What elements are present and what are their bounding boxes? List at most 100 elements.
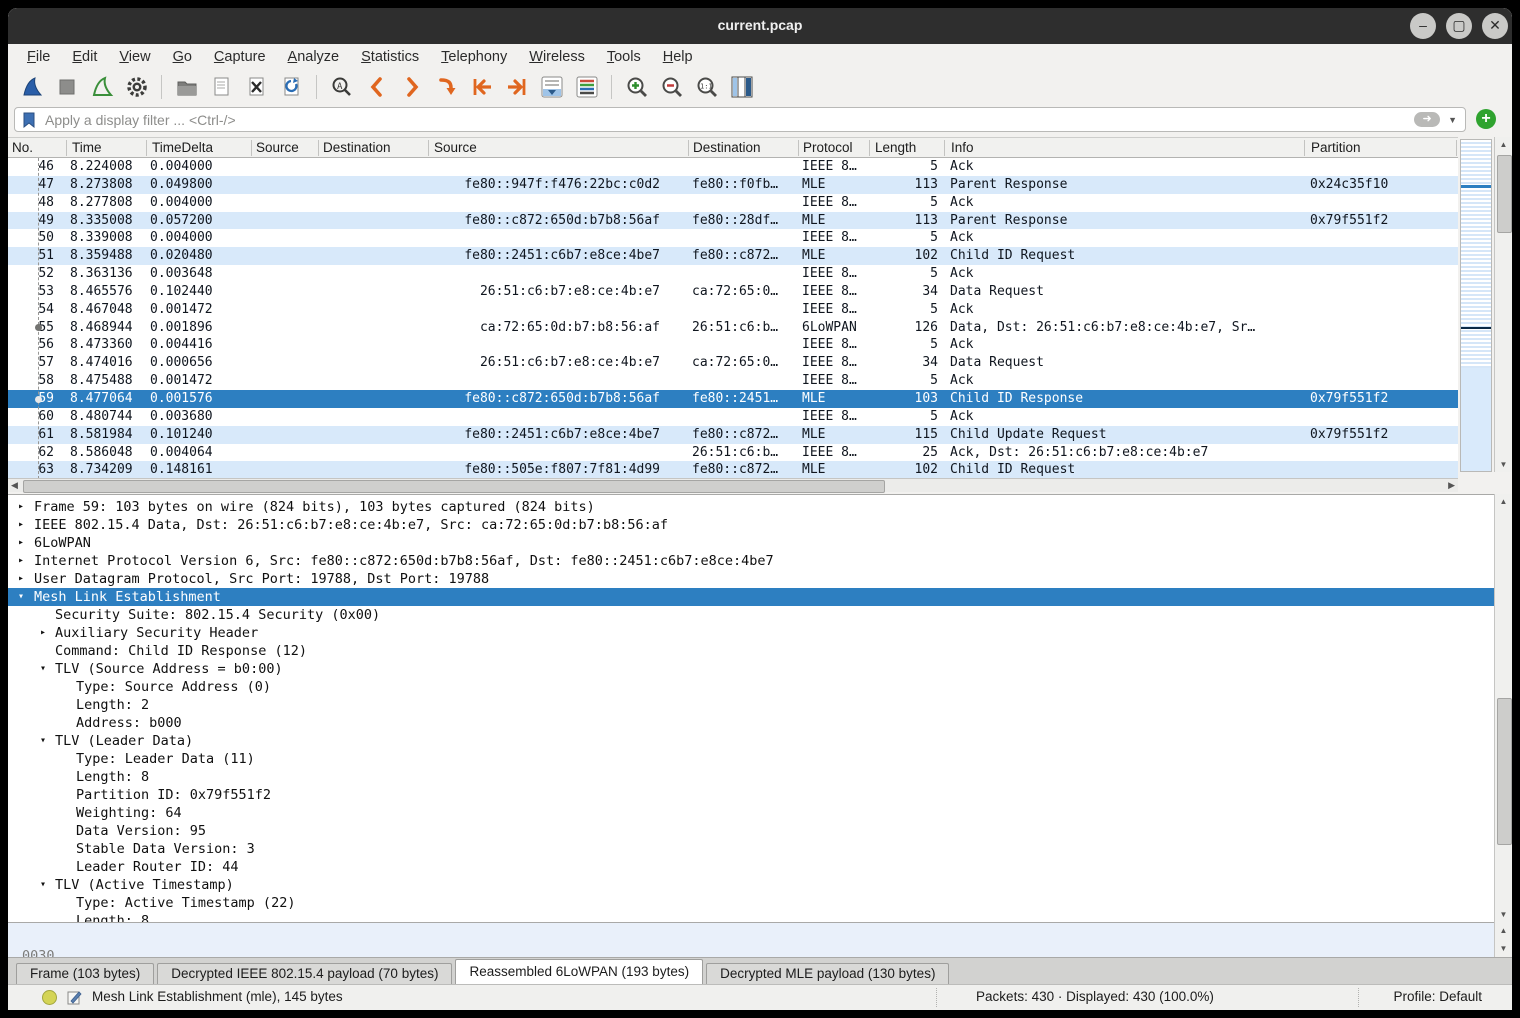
column-separator[interactable] [944,140,945,156]
go-forward-icon[interactable] [398,74,425,101]
collapse-arrow-icon[interactable]: ▾ [36,660,50,678]
detail-line[interactable]: ▸Auxiliary Security Header [8,624,1494,642]
detail-line[interactable]: Length: 2 [8,696,1494,714]
column-separator[interactable] [798,140,799,156]
expert-info-icon[interactable] [42,990,57,1005]
detail-line[interactable]: Length: 8 [8,912,1494,922]
packet-row-47[interactable]: 478.2738080.049800fe80::947f:f476:22bc:c… [8,176,1458,194]
go-back-icon[interactable] [363,74,390,101]
restart-capture-icon[interactable] [88,74,115,101]
close-button[interactable]: ✕ [1482,13,1508,39]
title-bar[interactable]: current.pcap – ▢ ✕ [8,8,1512,44]
column-header-info[interactable]: Info [951,140,974,155]
scroll-down-icon[interactable]: ▼ [1495,460,1512,469]
menu-view[interactable]: View [108,46,161,68]
column-separator[interactable] [66,140,67,156]
menu-capture[interactable]: Capture [203,46,277,68]
column-separator[interactable] [1456,140,1457,156]
detail-line[interactable]: ▾TLV (Active Timestamp) [8,876,1494,894]
packet-row-50[interactable]: 508.3390080.004000IEEE 8…5Ack [8,229,1458,247]
vscroll-thumb[interactable] [1497,698,1512,845]
vscroll-thumb[interactable] [1497,155,1512,233]
filter-add-button[interactable]: + [1476,109,1496,129]
menu-analyze[interactable]: Analyze [277,46,351,68]
reload-file-icon[interactable] [278,74,305,101]
detail-line[interactable]: ▸IEEE 802.15.4 Data, Dst: 26:51:c6:b7:e8… [8,516,1494,534]
packet-row-58[interactable]: 588.4754880.001472IEEE 8…5Ack [8,372,1458,390]
detail-line[interactable]: Weighting: 64 [8,804,1494,822]
details-vscrollbar[interactable]: ▲ ▼ [1494,494,1512,922]
menu-edit[interactable]: Edit [61,46,108,68]
packet-row-48[interactable]: 488.2778080.004000IEEE 8…5Ack [8,194,1458,212]
packet-row-60[interactable]: 608.4807440.003680IEEE 8…5Ack [8,408,1458,426]
scroll-up-icon[interactable]: ▲ [1495,926,1512,935]
menu-wireless[interactable]: Wireless [518,46,596,68]
menu-statistics[interactable]: Statistics [350,46,430,68]
detail-line[interactable]: Address: b000 [8,714,1494,732]
collapse-arrow-icon[interactable]: ▾ [36,876,50,894]
stop-capture-icon[interactable] [53,74,80,101]
save-file-icon[interactable] [208,74,235,101]
packet-row-55[interactable]: 558.4689440.001896ca:72:65:0d:b7:b8:56:a… [8,319,1458,337]
scroll-left-icon[interactable]: ◀ [11,479,18,492]
detail-line[interactable]: Type: Leader Data (11) [8,750,1494,768]
byte-tab[interactable]: Reassembled 6LoWPAN (193 bytes) [455,959,703,984]
detail-line[interactable]: ▾TLV (Leader Data) [8,732,1494,750]
detail-line[interactable]: ▸Frame 59: 103 bytes on wire (824 bits),… [8,498,1494,516]
status-profile[interactable]: Profile: Default [1393,989,1482,1004]
capture-options-icon[interactable] [123,74,150,101]
scroll-up-icon[interactable]: ▲ [1495,497,1512,506]
packet-row-61[interactable]: 618.5819840.101240fe80::2451:c6b7:e8ce:4… [8,426,1458,444]
bytes-vscrollbar[interactable]: ▲ ▼ [1494,922,1512,957]
column-separator[interactable] [251,140,252,156]
column-header-destination[interactable]: Destination [323,140,391,155]
packet-row-56[interactable]: 568.4733600.004416IEEE 8…5Ack [8,336,1458,354]
packet-row-49[interactable]: 498.3350080.057200fe80::c872:650d:b7b8:5… [8,212,1458,230]
zoom-out-icon[interactable] [658,74,685,101]
column-header-length[interactable]: Length [875,140,916,155]
collapse-arrow-icon[interactable]: ▾ [14,588,28,606]
column-separator[interactable] [428,140,429,156]
column-header-protocol[interactable]: Protocol [803,140,853,155]
hex-row[interactable]: 0030 00 15 0d 00 00 00 00 00 00 00 01 75… [8,929,1494,947]
open-file-icon[interactable] [173,74,200,101]
packet-minimap[interactable] [1460,139,1492,472]
packet-row-52[interactable]: 528.3631360.003648IEEE 8…5Ack [8,265,1458,283]
capture-comment-icon[interactable] [66,989,82,1005]
scroll-up-icon[interactable]: ▲ [1495,140,1512,149]
detail-line[interactable]: Data Version: 95 [8,822,1494,840]
detail-line[interactable]: Leader Router ID: 44 [8,858,1494,876]
filter-apply-icon[interactable]: ➜ [1414,112,1440,127]
zoom-in-icon[interactable] [623,74,650,101]
colorize-packets-icon[interactable] [573,74,600,101]
packet-row-51[interactable]: 518.3594880.020480fe80::2451:c6b7:e8ce:4… [8,247,1458,265]
filter-bookmark-icon[interactable] [21,111,37,129]
scroll-down-icon[interactable]: ▼ [1495,944,1512,953]
menu-tools[interactable]: Tools [596,46,652,68]
byte-tab[interactable]: Decrypted MLE payload (130 bytes) [706,963,949,984]
maximize-button[interactable]: ▢ [1446,13,1472,39]
column-header-time[interactable]: Time [72,140,102,155]
packet-row-54[interactable]: 548.4670480.001472IEEE 8…5Ack [8,301,1458,319]
menu-telephony[interactable]: Telephony [430,46,518,68]
expand-arrow-icon[interactable]: ▸ [36,624,50,642]
packet-row-53[interactable]: 538.4655760.10244026:51:c6:b7:e8:ce:4b:e… [8,283,1458,301]
detail-line[interactable]: Type: Source Address (0) [8,678,1494,696]
close-file-icon[interactable] [243,74,270,101]
packet-row-63[interactable]: 638.7342090.148161fe80::505e:f807:7f81:4… [8,461,1458,478]
detail-line[interactable]: ▸6LoWPAN [8,534,1494,552]
packet-list-hscrollbar[interactable]: ◀ ▶ [8,478,1458,492]
column-separator[interactable] [146,140,147,156]
scroll-right-icon[interactable]: ▶ [1448,479,1455,492]
scroll-down-icon[interactable]: ▼ [1495,910,1512,919]
expand-arrow-icon[interactable]: ▸ [14,534,28,552]
display-filter-input[interactable]: Apply a display filter ... <Ctrl-/> ➜ ▼ [14,107,1466,132]
start-capture-icon[interactable] [18,74,45,101]
go-first-packet-icon[interactable] [468,74,495,101]
column-separator[interactable] [318,140,319,156]
column-header-source[interactable]: Source [434,140,477,155]
auto-scroll-icon[interactable] [538,74,565,101]
detail-line[interactable]: ▾TLV (Source Address = b0:00) [8,660,1494,678]
menu-go[interactable]: Go [162,46,203,68]
detail-line[interactable]: Length: 8 [8,768,1494,786]
